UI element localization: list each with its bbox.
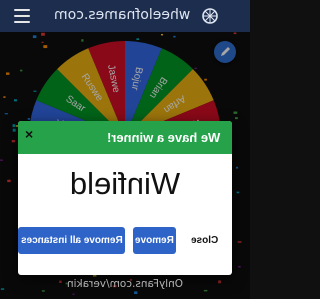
winner-dialog: × We have a winner! Winfield Remove all …: [18, 121, 232, 275]
watermark-text: OnlyFans.com/verakin: [66, 278, 184, 290]
close-label: Close: [190, 235, 219, 246]
remove-label: Remove: [135, 235, 174, 246]
wheel-logo-icon[interactable]: [200, 7, 220, 25]
hamburger-menu-icon[interactable]: [14, 9, 30, 23]
remove-all-label: Remove all instances: [20, 235, 123, 246]
close-icon[interactable]: ×: [25, 127, 33, 141]
close-button[interactable]: Close: [183, 227, 226, 254]
top-app-bar: wheelofnames.com: [0, 0, 250, 32]
remove-button[interactable]: Remove: [133, 227, 176, 254]
dialog-title: We have a winner!: [106, 130, 220, 145]
site-title[interactable]: wheelofnames.com: [54, 7, 190, 23]
winner-name: Winfield: [69, 166, 181, 201]
dialog-header: × We have a winner!: [18, 121, 232, 154]
remove-all-instances-button[interactable]: Remove all instances: [18, 227, 125, 254]
